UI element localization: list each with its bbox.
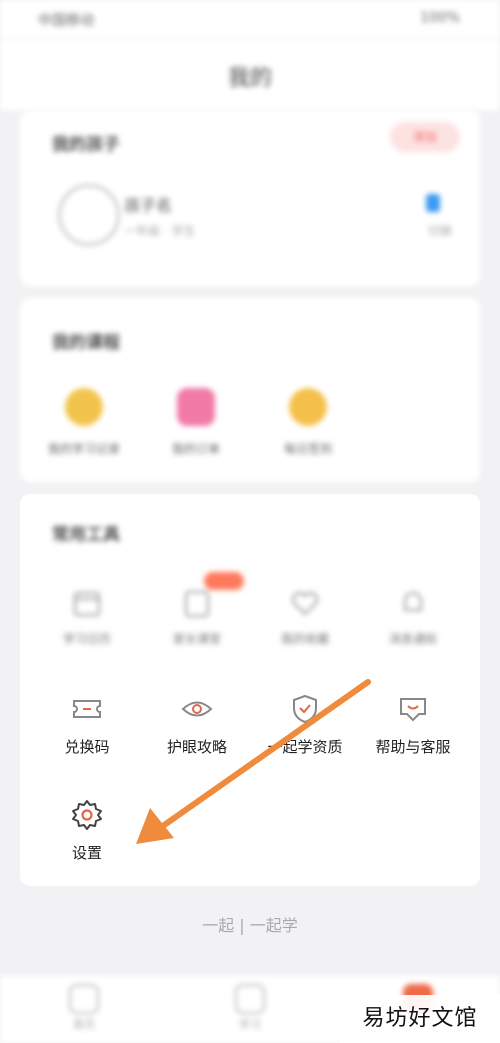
watermark: 易坊好文馆 [340, 995, 500, 1043]
annotation-arrow [136, 679, 371, 844]
